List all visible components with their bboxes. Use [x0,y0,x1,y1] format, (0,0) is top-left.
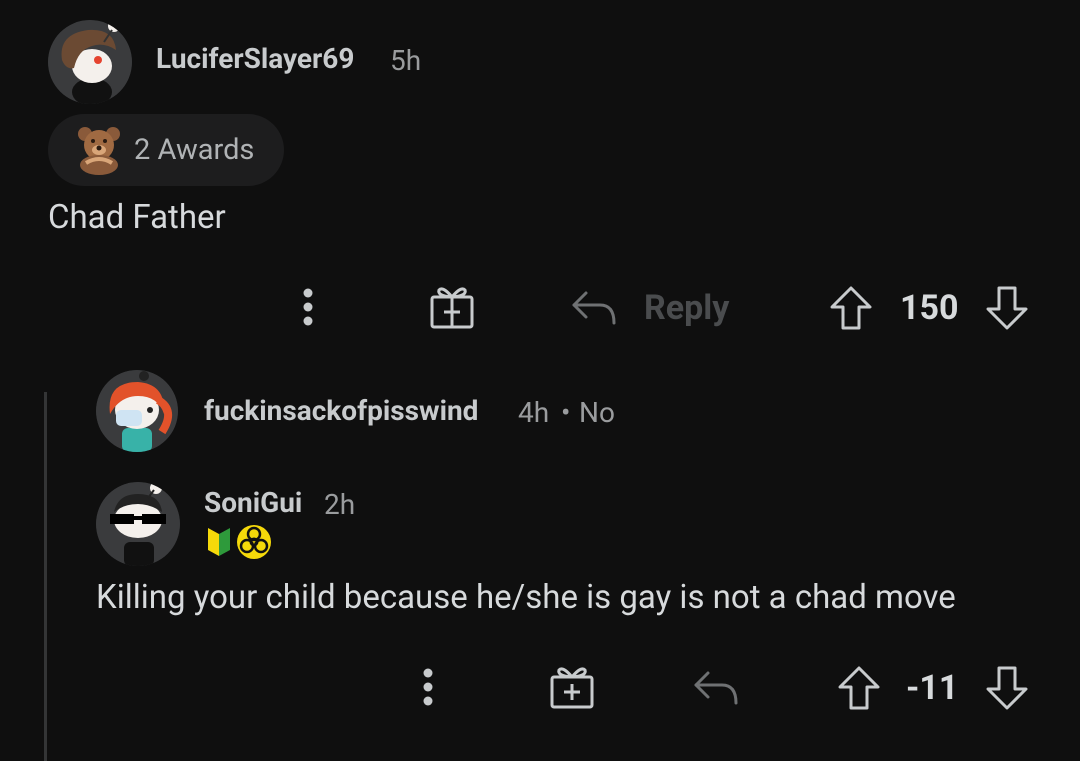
more-vertical-icon [303,288,313,326]
bear-award-icon [78,127,120,175]
snoo-avatar-icon [96,482,180,566]
give-award-button[interactable] [548,662,596,712]
more-options-button[interactable] [410,664,446,710]
separator-dot: • [561,396,571,429]
comment-body: Chad Father [48,198,226,237]
gift-icon [550,667,594,709]
upvote-button[interactable] [828,284,874,332]
upvote-arrow-icon [830,286,872,330]
awards-pill[interactable]: 2 Awards [48,114,284,186]
timestamp: 4h [518,396,550,429]
timestamp: 5h [390,44,422,77]
avatar[interactable] [48,20,132,104]
downvote-button[interactable] [984,664,1030,712]
collapsed-label: No [579,396,615,429]
downvote-arrow-icon [986,286,1028,330]
gift-icon [430,287,474,329]
username[interactable]: SoniGui [204,486,302,519]
score: -11 [906,668,959,708]
username[interactable]: fuckinsackofpisswind [204,394,478,427]
snoo-avatar-icon [96,370,178,452]
reply-button[interactable]: Reply [570,286,740,330]
snoo-avatar-icon [48,20,132,104]
comment-body: Killing your child because he/she is gay… [96,578,956,617]
upvote-button[interactable] [836,664,882,712]
timestamp: 2h [324,488,356,521]
reply-arrow-icon [572,291,616,325]
avatar[interactable] [96,482,180,566]
score: 150 [900,288,959,328]
avatar[interactable] [96,370,178,452]
downvote-arrow-icon [986,666,1028,710]
more-options-button[interactable] [290,284,326,330]
reply-button[interactable] [690,666,742,710]
beginner-badge-icon [208,528,230,556]
more-vertical-icon [423,668,433,706]
awards-label: 2 Awards [134,133,255,167]
biohazard-icon [237,525,271,559]
reply-arrow-icon [694,671,738,705]
upvote-arrow-icon [838,666,880,710]
give-award-button[interactable] [428,282,476,332]
username[interactable]: LuciferSlayer69 [156,42,354,75]
downvote-button[interactable] [984,284,1030,332]
thread-line[interactable] [44,392,47,761]
reply-label: Reply [644,288,730,328]
